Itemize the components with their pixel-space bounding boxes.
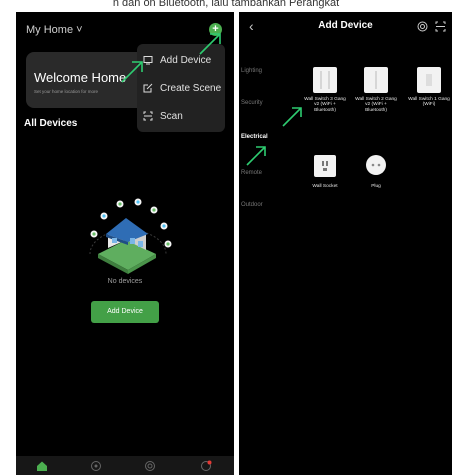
scan-icon[interactable]: [435, 19, 446, 32]
wall-socket-icon: [312, 153, 338, 181]
bluetooth-scan-icon[interactable]: [417, 19, 428, 32]
menu-item-label: Add Device: [160, 54, 212, 66]
home-icon[interactable]: [36, 459, 48, 471]
device-label: Wall Socket: [312, 184, 338, 189]
home-screen: My Home ˅ + Welcome Home Set your home l…: [16, 12, 234, 475]
caption-text: n dan on Bluetooth, lalu tambahkan Peran…: [112, 0, 340, 9]
menu-item-label: Scan: [160, 110, 183, 122]
arrow-pointer-icon: [199, 33, 221, 55]
device-wall-switch-1-gang[interactable]: Wall Switch 1 Gang (WiFi): [408, 66, 450, 108]
device-plug[interactable]: Plug: [355, 153, 397, 189]
device-wall-socket[interactable]: Wall Socket: [304, 153, 346, 189]
category-remote[interactable]: Remote: [241, 170, 262, 176]
menu-item-create-scene[interactable]: Create Scene: [143, 78, 221, 98]
arrow-pointer-icon: [246, 146, 266, 166]
home-selector[interactable]: My Home ˅: [26, 24, 83, 36]
add-menu: Add Device Create Scene Scan: [137, 44, 225, 132]
screenshot-root: n dan on Bluetooth, lalu tambahkan Peran…: [0, 0, 452, 475]
arrow-pointer-icon: [282, 107, 302, 127]
bottom-tab-bar: [16, 456, 234, 475]
welcome-subtitle: Set your home location for more: [34, 89, 99, 94]
wall-switch-icon: [312, 66, 338, 94]
arrow-pointer-icon: [121, 61, 143, 83]
create-scene-icon: [143, 83, 153, 93]
category-electrical[interactable]: Electrical: [241, 134, 268, 140]
device-label: Wall Switch 2 Gang v2 (WiFi + Bluetooth): [355, 97, 397, 113]
category-security[interactable]: Security: [241, 100, 263, 106]
device-label: Plug: [371, 184, 381, 189]
add-device-screen: ‹ Add Device Lighting Security Electrica…: [239, 12, 452, 475]
smart-icon[interactable]: [144, 459, 156, 471]
device-wall-switch-3-gang[interactable]: Wall Switch 3 Gang v2 (WiFi + Bluetooth): [304, 66, 346, 113]
scan-icon: [143, 111, 153, 121]
wall-switch-icon: [363, 66, 389, 94]
empty-state-text: No devices: [107, 278, 143, 285]
wall-switch-icon: [416, 66, 442, 94]
plug-icon: [363, 153, 389, 181]
menu-item-label: Create Scene: [160, 82, 222, 94]
all-devices-heading: All Devices: [24, 118, 78, 129]
device-label: Wall Switch 3 Gang v2 (WiFi + Bluetooth): [304, 97, 346, 113]
scene-icon[interactable]: [90, 459, 102, 471]
category-lighting[interactable]: Lighting: [241, 68, 262, 74]
device-label: Wall Switch 1 Gang (WiFi): [408, 97, 450, 108]
add-device-button[interactable]: Add Device: [91, 301, 159, 323]
welcome-title: Welcome Home: [34, 70, 127, 85]
profile-icon[interactable]: [200, 459, 212, 471]
category-outdoor[interactable]: Outdoor: [241, 202, 263, 208]
menu-item-scan[interactable]: Scan: [143, 106, 183, 126]
empty-house-illustration: [76, 192, 176, 282]
device-wall-switch-2-gang[interactable]: Wall Switch 2 Gang v2 (WiFi + Bluetooth): [355, 66, 397, 113]
